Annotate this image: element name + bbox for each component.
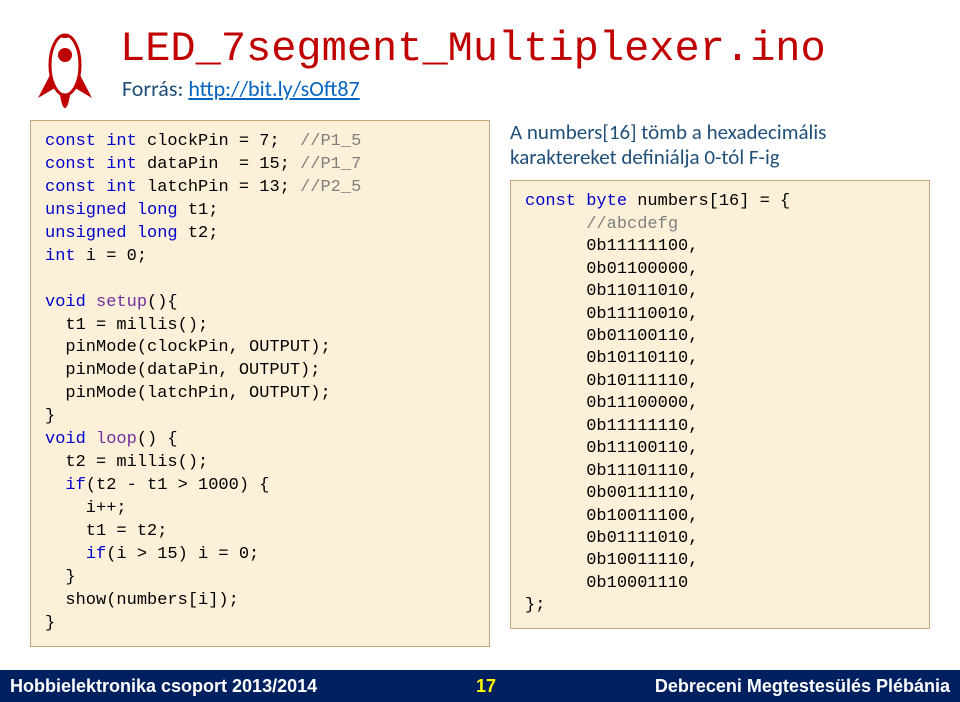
code-keyword: unsigned long bbox=[45, 224, 178, 243]
code-text: latchPin = 13; bbox=[137, 178, 300, 197]
code-text: 0b11111110, bbox=[525, 417, 698, 436]
code-text: t1; bbox=[178, 201, 219, 220]
code-text: pinMode(latchPin, OUTPUT); bbox=[45, 384, 331, 403]
title-block: LED_7segment_Multiplexer.ino Forrás: htt… bbox=[120, 20, 930, 102]
code-text: 0b11011010, bbox=[525, 282, 698, 301]
code-text: } bbox=[45, 568, 76, 587]
right-column: A numbers[16] tömb a hexadecimális karak… bbox=[510, 120, 930, 647]
code-text: (t2 - t1 > 1000) { bbox=[86, 476, 270, 495]
footer-page-number: 17 bbox=[476, 676, 496, 697]
code-text: clockPin = 7; bbox=[137, 132, 300, 151]
code-func: loop bbox=[96, 430, 137, 449]
footer: Hobbielektronika csoport 2013/2014 17 De… bbox=[0, 670, 960, 702]
code-text: pinMode(dataPin, OUTPUT); bbox=[45, 361, 320, 380]
code-text: t1 = millis(); bbox=[45, 316, 208, 335]
code-text: pinMode(clockPin, OUTPUT); bbox=[45, 338, 331, 357]
code-comment: //P1_7 bbox=[300, 155, 361, 174]
code-text: 0b11110010, bbox=[525, 305, 698, 324]
code-text: dataPin = 15; bbox=[137, 155, 300, 174]
code-keyword: const int bbox=[45, 155, 137, 174]
code-text bbox=[86, 293, 96, 312]
code-text: 0b11101110, bbox=[525, 462, 698, 481]
source-link[interactable]: http://bit.ly/sOft87 bbox=[188, 75, 359, 102]
code-text: show(numbers[i]); bbox=[45, 591, 239, 610]
code-text: 0b11100000, bbox=[525, 394, 698, 413]
page-title: LED_7segment_Multiplexer.ino bbox=[120, 25, 930, 73]
code-keyword: void bbox=[45, 293, 86, 312]
code-keyword: unsigned long bbox=[45, 201, 178, 220]
code-text: 0b10111110, bbox=[525, 372, 698, 391]
code-text: t2; bbox=[178, 224, 219, 243]
code-text: 0b00111110, bbox=[525, 484, 698, 503]
code-text: 0b11111100, bbox=[525, 237, 698, 256]
code-text: () { bbox=[137, 430, 178, 449]
code-keyword: const byte bbox=[525, 192, 627, 211]
code-text: 0b01111010, bbox=[525, 529, 698, 548]
code-text: 0b01100000, bbox=[525, 260, 698, 279]
footer-left: Hobbielektronika csoport 2013/2014 bbox=[10, 676, 317, 697]
slide: LED_7segment_Multiplexer.ino Forrás: htt… bbox=[0, 0, 960, 702]
source-label: Forrás: bbox=[122, 75, 188, 102]
source-line: Forrás: http://bit.ly/sOft87 bbox=[122, 75, 930, 102]
rocket-icon bbox=[30, 20, 100, 110]
code-text: 0b10011110, bbox=[525, 551, 698, 570]
code-comment: //P1_5 bbox=[300, 132, 361, 151]
right-note: A numbers[16] tömb a hexadecimális karak… bbox=[510, 120, 930, 170]
code-text bbox=[86, 430, 96, 449]
code-text bbox=[45, 545, 86, 564]
code-text: t1 = t2; bbox=[45, 522, 167, 541]
code-keyword: const int bbox=[45, 132, 137, 151]
code-text: 0b10001110 bbox=[525, 574, 688, 593]
code-text: 0b11100110, bbox=[525, 439, 698, 458]
code-keyword: void bbox=[45, 430, 86, 449]
code-text: i = 0; bbox=[76, 247, 147, 266]
code-block-left: const int clockPin = 7; //P1_5 const int… bbox=[30, 120, 490, 647]
code-keyword: const int bbox=[45, 178, 137, 197]
code-block-right: const byte numbers[16] = { //abcdefg 0b1… bbox=[510, 180, 930, 628]
code-comment: //abcdefg bbox=[525, 215, 678, 234]
code-text: (){ bbox=[147, 293, 178, 312]
code-text: 0b10011100, bbox=[525, 507, 698, 526]
code-text: 0b10110110, bbox=[525, 349, 698, 368]
code-text: 0b01100110, bbox=[525, 327, 698, 346]
code-keyword: if bbox=[65, 476, 85, 495]
code-text: t2 = millis(); bbox=[45, 453, 208, 472]
content: const int clockPin = 7; //P1_5 const int… bbox=[30, 120, 930, 647]
code-text: numbers[16] = { bbox=[627, 192, 790, 211]
footer-right: Debreceni Megtestesülés Plébánia bbox=[655, 676, 950, 697]
left-column: const int clockPin = 7; //P1_5 const int… bbox=[30, 120, 490, 647]
code-keyword: int bbox=[45, 247, 76, 266]
code-comment: //P2_5 bbox=[300, 178, 361, 197]
code-keyword: if bbox=[86, 545, 106, 564]
code-text: (i > 15) i = 0; bbox=[106, 545, 259, 564]
code-text: i++; bbox=[45, 499, 127, 518]
code-func: setup bbox=[96, 293, 147, 312]
code-text: } bbox=[45, 614, 55, 633]
code-text: } bbox=[45, 407, 55, 426]
code-text bbox=[45, 476, 65, 495]
header: LED_7segment_Multiplexer.ino Forrás: htt… bbox=[30, 20, 930, 110]
code-text: }; bbox=[525, 596, 545, 615]
